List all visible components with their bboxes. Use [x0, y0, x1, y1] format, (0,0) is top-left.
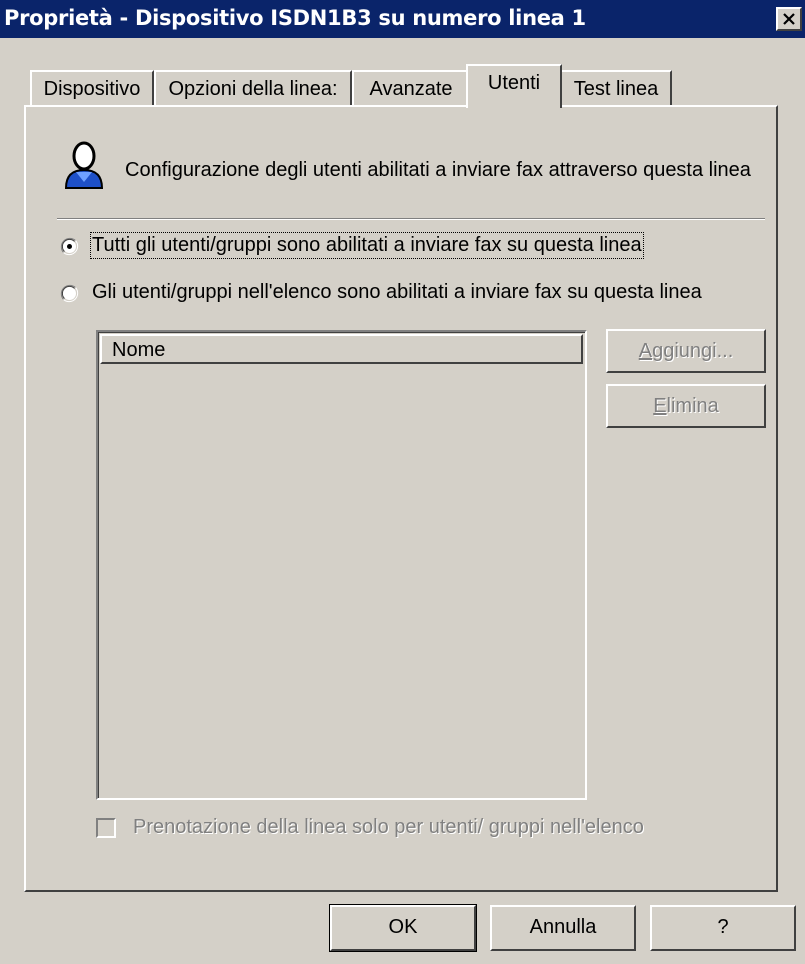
radio-all-users[interactable]: [60, 237, 79, 256]
window-title: Proprietà - Dispositivo ISDN1B3 su numer…: [4, 6, 586, 30]
tab-label: Test linea: [573, 78, 659, 100]
radio-dot: [67, 244, 72, 249]
add-button[interactable]: Aggiungi...: [606, 329, 766, 373]
radio-all-users-label[interactable]: Tutti gli utenti/gruppi sono abilitati a…: [90, 232, 644, 259]
users-description: Configurazione degli utenti abilitati a …: [125, 159, 751, 181]
delete-button[interactable]: Elimina: [606, 384, 766, 428]
tab-avanzate[interactable]: Avanzate: [352, 70, 470, 106]
radio-list-users-label[interactable]: Gli utenti/gruppi nell'elenco sono abili…: [92, 281, 702, 304]
delete-button-mnemonic: E: [653, 395, 667, 417]
reserve-line-label: Prenotazione della linea solo per utenti…: [133, 816, 644, 838]
column-header-name[interactable]: Nome: [100, 334, 583, 364]
tab-dispositivo[interactable]: Dispositivo: [30, 70, 154, 106]
delete-button-label: limina: [666, 395, 719, 417]
close-button[interactable]: [776, 7, 802, 31]
tab-test-linea[interactable]: Test linea: [560, 70, 672, 106]
separator: [57, 218, 765, 220]
cancel-button[interactable]: Annulla: [490, 905, 636, 951]
title-bar[interactable]: Proprietà - Dispositivo ISDN1B3 su numer…: [0, 0, 805, 38]
radio-list-users[interactable]: [60, 284, 79, 303]
reserve-line-checkbox[interactable]: [96, 818, 116, 838]
tab-opzioni-linea[interactable]: Opzioni della linea:: [154, 70, 352, 106]
column-header-label: Nome: [112, 339, 166, 361]
add-button-label: ggiungi...: [652, 340, 734, 362]
cancel-button-label: Annulla: [529, 916, 597, 938]
tab-label: Avanzate: [369, 78, 453, 100]
close-icon: [783, 13, 795, 25]
tab-label: Opzioni della linea:: [168, 78, 338, 100]
add-button-mnemonic: A: [638, 340, 653, 362]
users-list[interactable]: Nome: [96, 330, 587, 800]
tab-label: Utenti: [487, 72, 541, 94]
tab-utenti[interactable]: Utenti: [466, 64, 562, 108]
ok-button-label: OK: [388, 916, 418, 938]
help-button[interactable]: ?: [650, 905, 796, 951]
help-button-label: ?: [717, 916, 729, 938]
users-list-inner: Nome: [98, 332, 585, 798]
user-icon: [64, 141, 104, 189]
ok-button[interactable]: OK: [329, 904, 477, 952]
tab-label: Dispositivo: [43, 78, 141, 100]
